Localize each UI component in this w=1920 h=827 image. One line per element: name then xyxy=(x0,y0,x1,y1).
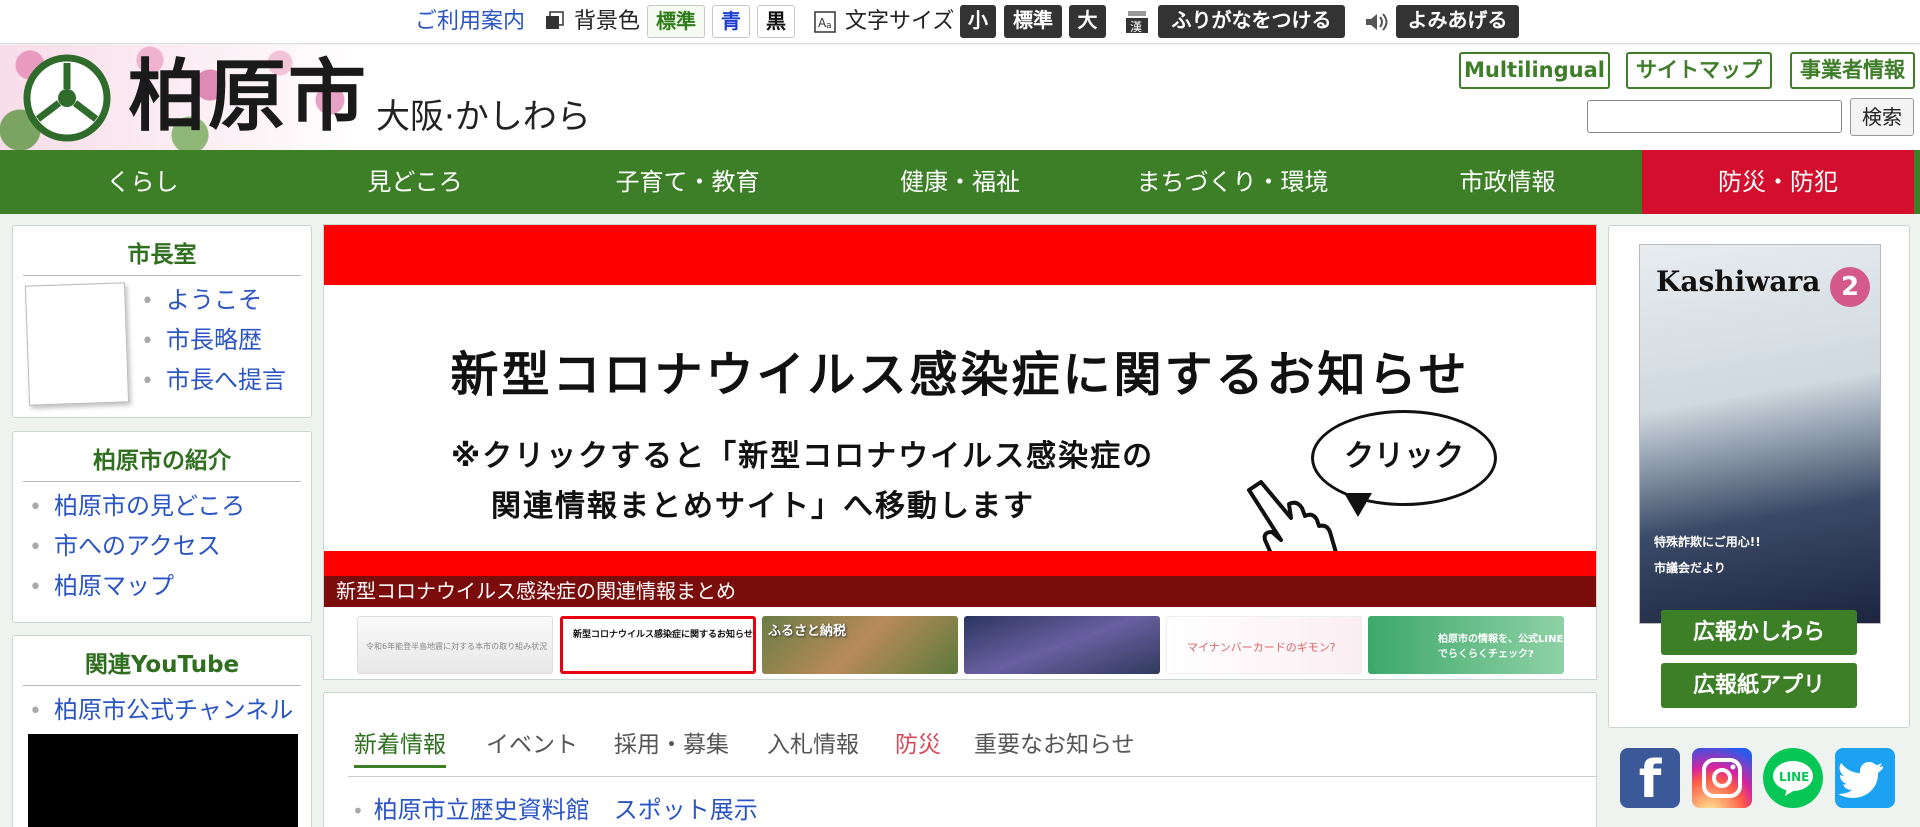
intro-access-link[interactable]: 市へのアクセス xyxy=(29,530,221,564)
usage-guide-link[interactable]: ご利用案内 xyxy=(415,5,525,38)
magazine-sub-text: 市議会だより xyxy=(1654,561,1726,575)
magazine-brand: Kashiwara xyxy=(1656,265,1821,298)
thumb-heritage[interactable] xyxy=(964,616,1160,674)
bg-black-button[interactable]: 黒 xyxy=(757,5,795,38)
nav-shisei[interactable]: 市政情報 xyxy=(1375,150,1640,214)
text-size-small-button[interactable]: 小 xyxy=(960,5,996,38)
youtube-box: 関連YouTube 柏原市公式チャンネル xyxy=(12,635,312,827)
pr-kashiwara-button[interactable]: 広報かしわら xyxy=(1661,610,1857,655)
sitemap-button[interactable]: サイトマップ xyxy=(1626,52,1772,89)
tab-news[interactable]: 新着情報 xyxy=(354,729,446,768)
thumb-earthquake[interactable]: 令和6年能登半島地震に対する本市の取り組み状況 xyxy=(357,616,553,674)
site-subtitle: 大阪·かしわら xyxy=(376,97,591,137)
mayor-office-title: 市長室 xyxy=(23,240,301,276)
tab-disaster[interactable]: 防災 xyxy=(895,729,941,761)
mayor-office-box: 市長室 ようこそ 市長略歴 市長へ提言 xyxy=(12,225,312,418)
news-item[interactable]: 柏原市立歴史資料館 スポット展示 xyxy=(352,793,758,827)
instagram-icon[interactable] xyxy=(1692,748,1752,808)
nav-machizukuri[interactable]: まちづくり・環境 xyxy=(1090,150,1375,214)
thumb-corona-text: 新型コロナウイルス感染症に関するお知らせ xyxy=(573,630,753,640)
thumb-mynumber[interactable]: マイナンバーカードのギモン? xyxy=(1166,616,1362,674)
thumb-line[interactable]: 柏原市の情報を、公式LINEでらくらくチェック? xyxy=(1368,616,1564,674)
bg-standard-button[interactable]: 標準 xyxy=(647,5,705,38)
banner-text-line2: 関連情報まとめサイト」へ移動します xyxy=(491,489,1035,524)
intro-sights-link[interactable]: 柏原市の見どころ xyxy=(29,490,245,524)
mayor-welcome-link[interactable]: ようこそ xyxy=(141,284,262,318)
banner-text-line1: ※クリックすると「新型コロナウイルス感染症の xyxy=(451,439,1155,474)
furigana-button[interactable]: ふりがなをつける xyxy=(1158,5,1345,38)
text-size-large-button[interactable]: 大 xyxy=(1069,5,1106,38)
banner-heading: 新型コロナウイルス感染症に関するお知らせ xyxy=(450,347,1470,403)
nav-kurashi[interactable]: くらし xyxy=(0,150,285,214)
svg-text:a: a xyxy=(826,21,832,31)
background-color-label: 背景色 xyxy=(574,9,641,34)
banner-thumbnails: 令和6年能登半島地震に対する本市の取り組み状況 新型コロナウイルス感染症に関する… xyxy=(324,613,1596,677)
news-panel: 新着情報 イベント 採用・募集 入札情報 防災 重要なお知らせ 柏原市立歴史資料… xyxy=(323,692,1597,827)
pr-magazine-box: Kashiwara 2 特殊詐欺にご用心!! 市議会だより 広報かしわら 広報紙… xyxy=(1608,225,1910,728)
thumb-mynumber-text: マイナンバーカードのギモン? xyxy=(1187,641,1336,654)
text-size-icon: Aa xyxy=(814,11,836,33)
banner-bottom-bar xyxy=(324,551,1596,576)
thumb-corona[interactable]: 新型コロナウイルス感染症に関するお知らせ xyxy=(560,616,756,674)
site-title[interactable]: 柏原市 xyxy=(128,51,368,143)
intro-map-link[interactable]: 柏原マップ xyxy=(29,570,174,604)
mayor-profile-link[interactable]: 市長略歴 xyxy=(141,324,262,358)
pr-app-button[interactable]: 広報紙アプリ xyxy=(1661,663,1857,708)
search-button[interactable]: 検索 xyxy=(1850,98,1914,136)
magazine-feature-text: 特殊詐欺にご用心!! xyxy=(1654,535,1761,549)
bg-blue-button[interactable]: 青 xyxy=(712,5,750,38)
mayor-photo xyxy=(24,282,130,406)
text-size-label: 文字サイズ xyxy=(845,9,955,34)
nav-kosodate[interactable]: 子育て・教育 xyxy=(545,150,830,214)
svg-text:LINE: LINE xyxy=(1779,770,1809,784)
tab-bids[interactable]: 入札情報 xyxy=(767,729,859,761)
svg-text:漢: 漢 xyxy=(1130,20,1142,34)
multilingual-button[interactable]: Multilingual xyxy=(1459,52,1610,89)
tab-important[interactable]: 重要なお知らせ xyxy=(974,729,1135,761)
banner-top-bar xyxy=(324,225,1596,285)
magazine-issue-number: 2 xyxy=(1830,267,1870,307)
youtube-video-player[interactable] xyxy=(28,734,298,827)
nav-midokoro[interactable]: 見どころ xyxy=(285,150,545,214)
tab-recruit[interactable]: 採用・募集 xyxy=(614,729,729,761)
city-intro-box: 柏原市の紹介 柏原市の見どころ 市へのアクセス 柏原マップ xyxy=(12,431,312,623)
text-size-standard-button[interactable]: 標準 xyxy=(1004,5,1062,38)
site-header: 柏原市 大阪·かしわら Multilingual サイトマップ 事業者情報 検索 xyxy=(0,45,1920,150)
city-intro-title: 柏原市の紹介 xyxy=(23,446,301,482)
nav-bousai[interactable]: 防災・防犯 xyxy=(1642,150,1914,214)
read-aloud-button[interactable]: よみあげる xyxy=(1396,5,1519,38)
twitter-icon[interactable] xyxy=(1835,748,1895,808)
business-info-button[interactable]: 事業者情報 xyxy=(1790,52,1915,89)
facebook-icon[interactable]: f xyxy=(1620,748,1680,810)
thumb-furusato-text: ふるさと納税 xyxy=(768,624,847,639)
nav-kenko[interactable]: 健康・福祉 xyxy=(830,150,1090,214)
thumb-line-text: 柏原市の情報を、公式LINEでらくらくチェック? xyxy=(1438,634,1564,660)
tab-divider xyxy=(348,776,1596,777)
global-nav: くらし 見どころ 子育て・教育 健康・福祉 まちづくり・環境 市政情報 防災・防… xyxy=(0,150,1920,214)
mayor-proposal-link[interactable]: 市長へ提言 xyxy=(141,364,286,398)
banner-caption: 新型コロナウイルス感染症の関連情報まとめ xyxy=(324,576,1596,607)
speaker-icon xyxy=(1366,13,1388,31)
line-icon[interactable]: LINE xyxy=(1763,748,1823,808)
youtube-channel-link[interactable]: 柏原市公式チャンネル xyxy=(29,694,293,728)
utility-bar: ご利用案内 背景色 標準 青 黒 Aa 文字サイズ 小 標準 大 漢 ふりがなを… xyxy=(0,0,1920,44)
youtube-title: 関連YouTube xyxy=(23,650,301,686)
main-banner: 新型コロナウイルス感染症に関するお知らせ ※クリックすると「新型コロナウイルス感… xyxy=(323,224,1597,680)
background-color-icon xyxy=(546,11,564,29)
magazine-cover[interactable]: Kashiwara 2 特殊詐欺にご用心!! 市議会だより xyxy=(1639,244,1881,624)
thumb-earthquake-text: 令和6年能登半島地震に対する本市の取り組み状況 xyxy=(366,642,548,651)
city-emblem-icon[interactable] xyxy=(22,53,112,143)
furigana-icon: 漢 xyxy=(1126,11,1148,34)
thumb-furusato[interactable]: ふるさと納税 xyxy=(762,616,958,674)
tab-events[interactable]: イベント xyxy=(486,729,578,761)
banner-slide[interactable]: 新型コロナウイルス感染症に関するお知らせ ※クリックすると「新型コロナウイルス感… xyxy=(324,225,1596,607)
search-input[interactable] xyxy=(1587,100,1842,133)
